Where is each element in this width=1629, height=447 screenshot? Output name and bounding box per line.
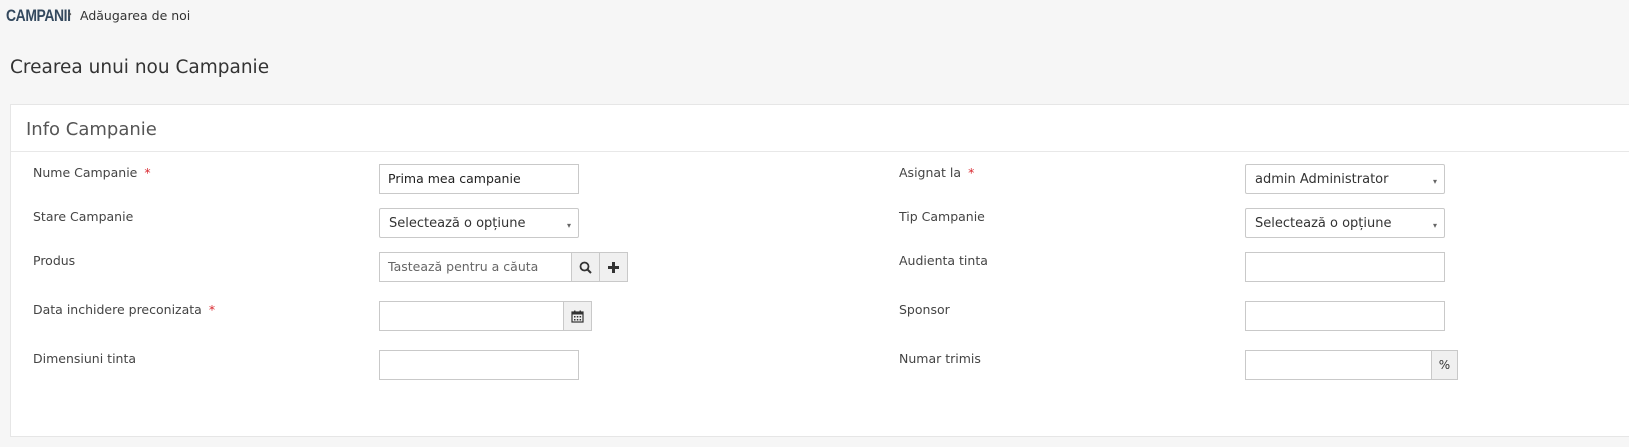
panel-divider <box>11 151 1629 152</box>
chevron-down-icon: ▾ <box>566 221 571 230</box>
tip-campanie-label: Tip Campanie <box>899 209 985 224</box>
nume-campanie-input[interactable]: Prima mea campanie <box>379 164 579 194</box>
data-inchidere-input[interactable] <box>379 301 564 331</box>
calendar-button[interactable] <box>563 301 592 331</box>
sponsor-label: Sponsor <box>899 302 950 317</box>
asignat-la-label: Asignat la * <box>899 165 974 180</box>
dimensiuni-tinta-label: Dimensiuni tinta <box>33 351 137 366</box>
breadcrumb-current-page: Adăugarea de noi <box>80 8 191 23</box>
calendar-icon <box>571 310 584 323</box>
required-marker: * <box>144 165 151 180</box>
produs-search-input[interactable]: Tastează pentru a căuta <box>379 252 579 282</box>
produs-search-button[interactable] <box>571 252 600 282</box>
chevron-down-icon: ▾ <box>1432 177 1437 186</box>
chevron-down-icon: ▾ <box>1432 221 1437 230</box>
tip-campanie-selected-value: Selectează o opțiune <box>1255 216 1392 231</box>
asignat-la-selected-value: admin Administrator <box>1255 172 1389 187</box>
produs-add-button[interactable] <box>599 252 628 282</box>
numar-trimis-label: Numar trimis <box>899 351 981 366</box>
breadcrumb-module-link[interactable]: CAMPANII <box>6 6 71 26</box>
data-inchidere-label: Data inchidere preconizata * <box>33 302 215 317</box>
dimensiuni-tinta-input[interactable] <box>379 350 579 380</box>
produs-label: Produs <box>33 253 76 268</box>
required-marker: * <box>968 165 975 180</box>
sponsor-input[interactable] <box>1245 301 1445 331</box>
search-icon <box>579 261 592 274</box>
breadcrumb: CAMPANII › Adăugarea de noi <box>0 0 1629 34</box>
stare-campanie-label: Stare Campanie <box>33 209 134 224</box>
percent-addon: % <box>1431 350 1458 380</box>
nume-campanie-label: Nume Campanie * <box>33 165 151 180</box>
stare-campanie-select[interactable]: Selectează o opțiune ▾ <box>379 208 579 238</box>
asignat-la-select[interactable]: admin Administrator ▾ <box>1245 164 1445 194</box>
campaign-info-panel: Info Campanie Nume Campanie * Prima mea c… <box>10 104 1629 437</box>
numar-trimis-input[interactable] <box>1245 350 1432 380</box>
breadcrumb-separator: › <box>67 7 73 22</box>
audienta-tinta-input[interactable] <box>1245 252 1445 282</box>
data-inchidere-label-text: Data inchidere preconizata <box>33 302 202 317</box>
stare-campanie-selected-value: Selectează o opțiune <box>389 216 526 231</box>
nume-campanie-label-text: Nume Campanie <box>33 165 138 180</box>
page-title: Crearea unui nou Campanie <box>10 57 270 78</box>
panel-title: Info Campanie <box>26 119 157 140</box>
plus-icon <box>608 261 619 273</box>
audienta-tinta-label: Audienta tinta <box>899 253 988 268</box>
produs-placeholder: Tastează pentru a căuta <box>388 259 539 274</box>
asignat-la-label-text: Asignat la <box>899 165 962 180</box>
tip-campanie-select[interactable]: Selectează o opțiune ▾ <box>1245 208 1445 238</box>
required-marker: * <box>208 302 216 317</box>
